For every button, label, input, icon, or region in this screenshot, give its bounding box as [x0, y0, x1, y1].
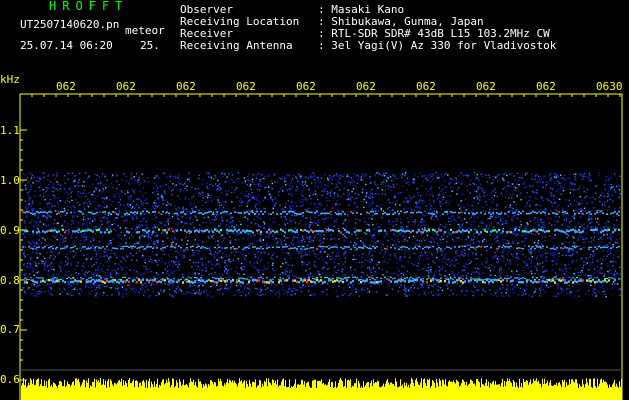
spectrogram	[19, 93, 623, 400]
x-label-9: 062	[536, 80, 556, 93]
x-label-1: 062	[56, 80, 76, 93]
x-label-7: 062	[416, 80, 436, 93]
x-label-3: 062	[176, 80, 196, 93]
meteor-label: meteor	[125, 24, 165, 37]
x-label-5: 062	[296, 80, 316, 93]
date-time: 25.07.14 06:20	[20, 39, 113, 52]
axis-unit: kHz	[0, 73, 20, 86]
x-label-2: 062	[116, 80, 136, 93]
x-label-8: 062	[476, 80, 496, 93]
y-label-0-9: 0.9	[0, 224, 20, 237]
amplitude-strip	[21, 378, 622, 400]
antenna-label: Receiving Antenna	[180, 39, 293, 52]
antenna-value: : 3el Yagi(V) Az 330 for Vladivostok	[318, 39, 557, 52]
y-label-0-6: 0.6	[0, 373, 20, 386]
noise-field	[22, 172, 622, 298]
file-name: UT2507140620.pn	[20, 18, 120, 31]
y-label-0-7: 0.7	[0, 323, 20, 336]
count-value: 25.	[140, 39, 160, 52]
x-label-10: 0630	[596, 80, 623, 93]
x-label-6: 062	[356, 80, 376, 93]
y-label-1-1: 1.1	[0, 124, 20, 137]
y-label-1-0: 1.0	[0, 174, 20, 187]
y-label-0-8: 0.8	[0, 274, 20, 287]
x-label-4: 062	[236, 80, 256, 93]
app-title: HROFFT	[49, 0, 129, 13]
